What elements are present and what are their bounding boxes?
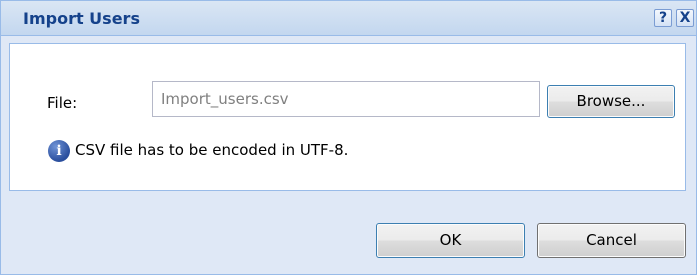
cancel-button[interactable]: Cancel bbox=[537, 223, 686, 258]
close-icon[interactable]: X bbox=[676, 9, 694, 27]
dialog-titlebar[interactable]: Import Users ? X bbox=[1, 1, 696, 36]
file-path-field[interactable] bbox=[152, 81, 540, 117]
browse-button[interactable]: Browse... bbox=[547, 85, 675, 118]
help-icon[interactable]: ? bbox=[654, 9, 672, 27]
ok-button[interactable]: OK bbox=[376, 223, 525, 258]
import-users-dialog: Import Users ? X File: Browse... i CSV f… bbox=[0, 0, 697, 275]
file-label: File: bbox=[47, 94, 78, 112]
dialog-title: Import Users bbox=[23, 9, 140, 28]
info-icon: i bbox=[48, 140, 70, 162]
encoding-hint: CSV file has to be encoded in UTF-8. bbox=[75, 141, 349, 159]
dialog-body: File: Browse... i CSV file has to be enc… bbox=[9, 43, 686, 191]
